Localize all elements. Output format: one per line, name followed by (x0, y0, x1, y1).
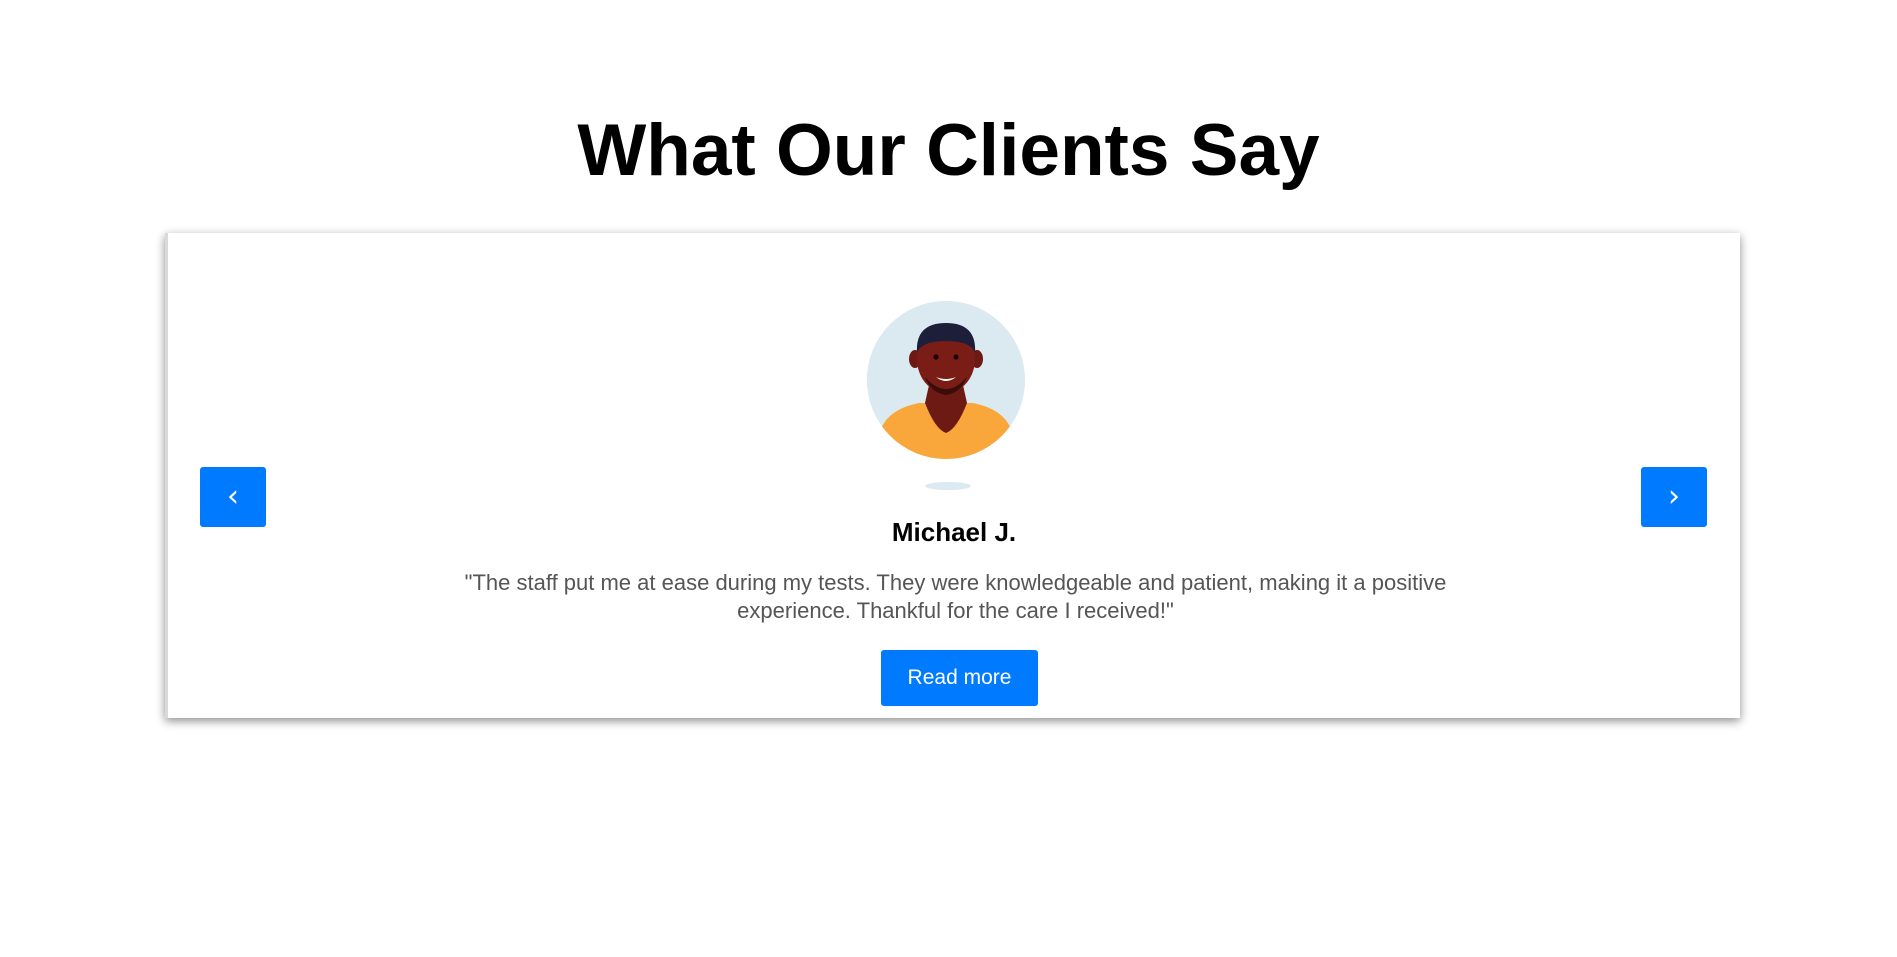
section-title: What Our Clients Say (577, 110, 1320, 191)
testimonial-quote: "The staff put me at ease during my test… (464, 570, 1447, 623)
person-avatar-icon (867, 301, 1025, 459)
testimonials-page: What Our Clients Say ‹ Michael J. "The s… (0, 0, 1897, 957)
client-name: Michael J. (891, 517, 1017, 547)
testimonial-carousel: ‹ Michael J. "The staff put me at ease d… (165, 233, 1740, 718)
avatar-reflection (925, 482, 971, 490)
read-more-button[interactable]: Read more (881, 650, 1038, 706)
client-avatar (867, 301, 1025, 459)
next-button[interactable]: › (1641, 467, 1707, 527)
